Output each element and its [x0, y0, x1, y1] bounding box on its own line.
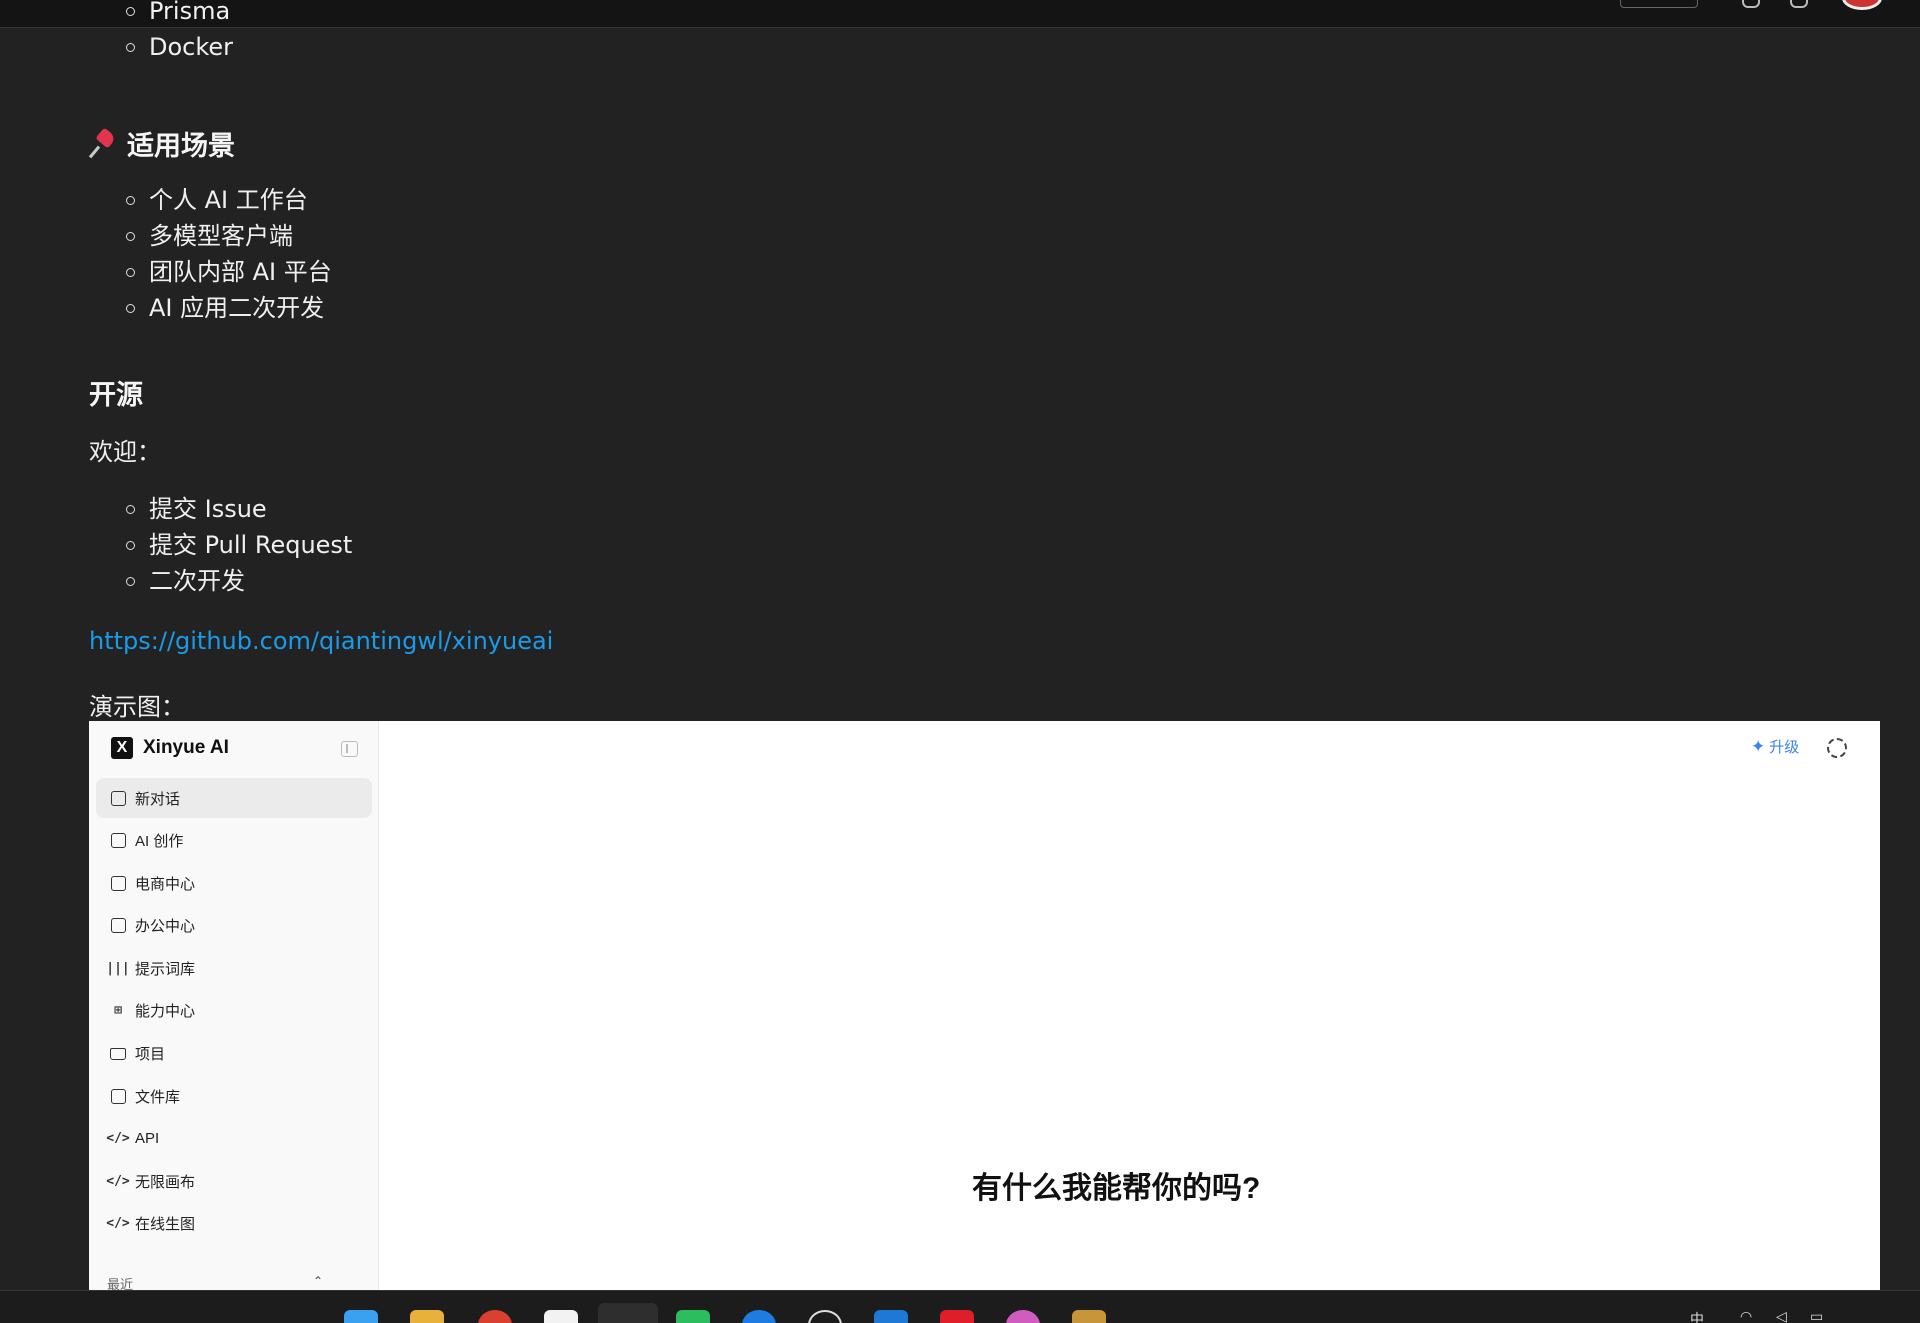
chevron-up-icon[interactable]: ⌃: [313, 1274, 323, 1288]
start-menu-icon[interactable]: [344, 1310, 378, 1323]
edit-icon: [109, 789, 127, 807]
list-item: 提交 Issue: [126, 491, 352, 527]
nav-item-canvas[interactable]: </> 无限画布: [96, 1161, 372, 1201]
image-icon: [109, 832, 127, 850]
wifi-icon[interactable]: ◠: [1740, 1309, 1752, 1323]
app-icon[interactable]: [1072, 1310, 1106, 1323]
battery-icon[interactable]: ▭: [1810, 1309, 1823, 1323]
nav-item-ecommerce[interactable]: 电商中心: [96, 863, 372, 903]
briefcase-icon: [109, 917, 127, 935]
list-item: 二次开发: [126, 563, 352, 599]
demo-brand[interactable]: X Xinyue AI: [111, 737, 229, 759]
volume-icon[interactable]: ◁: [1776, 1309, 1787, 1323]
library-icon: |||: [106, 960, 130, 976]
nav-item-capabilities[interactable]: ⊞ 能力中心: [96, 991, 372, 1031]
brand-name: Xinyue AI: [143, 737, 229, 758]
app-icon[interactable]: [1006, 1310, 1040, 1323]
nav-item-office[interactable]: 办公中心: [96, 906, 372, 946]
chatgpt-icon[interactable]: [808, 1310, 842, 1323]
upgrade-button[interactable]: ✦ 升级: [1751, 736, 1799, 757]
app-icon[interactable]: [742, 1310, 776, 1323]
nav-item-ai-create[interactable]: AI 创作: [96, 821, 372, 861]
nav-item-projects[interactable]: 项目: [96, 1034, 372, 1074]
repo-link[interactable]: https://github.com/qiantingwl/xinyueai: [89, 627, 553, 655]
shopping-bag-icon: [109, 874, 127, 892]
demo-caption: 演示图：: [89, 693, 185, 721]
file-explorer-icon[interactable]: [410, 1310, 444, 1323]
list-item: 团队内部 AI 平台: [126, 254, 332, 290]
welcome-prompt: 有什么我能帮你的吗?: [972, 1172, 1261, 1205]
code-icon: </>: [106, 1131, 130, 1147]
input-method-icon[interactable]: 中: [1690, 1309, 1704, 1323]
list-item: 提交 Pull Request: [126, 527, 352, 563]
list-item: Prisma: [126, 0, 233, 29]
sparkle-icon: ✦: [1751, 736, 1766, 756]
files-icon: [109, 1087, 127, 1105]
app-top-bar: [0, 0, 1920, 28]
welcome-text: 欢迎：: [89, 438, 161, 466]
nav-item-files[interactable]: 文件库: [96, 1076, 372, 1116]
wechat-icon[interactable]: [676, 1310, 710, 1323]
vscode-icon[interactable]: [874, 1310, 908, 1323]
notion-icon[interactable]: [544, 1310, 578, 1323]
tech-stack-list: Prisma Docker: [126, 0, 233, 65]
folder-icon: [109, 1045, 127, 1063]
avatar[interactable]: [1842, 0, 1882, 10]
scenarios-list: 个人 AI 工作台 多模型客户端 团队内部 AI 平台 AI 应用二次开发: [126, 182, 332, 326]
nav-item-image-gen[interactable]: </> 在线生图: [96, 1204, 372, 1244]
blocks-icon: ⊞: [114, 1003, 122, 1019]
browser-icon[interactable]: [478, 1310, 512, 1323]
code-icon: </>: [106, 1173, 130, 1189]
demo-nav: 新对话 AI 创作 电商中心 办公中心 ||| 提示词库 ⊞ 能力中心 项目 文…: [96, 778, 372, 1247]
demo-sidebar: X Xinyue AI 新对话 AI 创作 电商中心 办公中心 ||| 提示词库…: [89, 721, 379, 1291]
recent-label: 最近: [107, 1277, 134, 1291]
active-app-icon[interactable]: [598, 1303, 658, 1323]
contribution-list: 提交 Issue 提交 Pull Request 二次开发: [126, 491, 352, 599]
code-icon: </>: [106, 1216, 130, 1232]
os-taskbar: 中 ◠ ◁ ▭: [0, 1290, 1920, 1323]
scenarios-heading: 适用场景: [89, 124, 235, 163]
top-bar-button[interactable]: [1620, 0, 1698, 8]
nav-item-new-chat[interactable]: 新对话: [96, 778, 372, 818]
notification-icon[interactable]: [1790, 0, 1808, 8]
brand-logo-icon: X: [111, 737, 133, 759]
loading-icon[interactable]: [1827, 738, 1847, 758]
list-item: 个人 AI 工作台: [126, 182, 332, 218]
sidebar-collapse-icon[interactable]: [341, 741, 358, 757]
list-item: Docker: [126, 29, 233, 65]
list-item: AI 应用二次开发: [126, 290, 332, 326]
list-item: 多模型客户端: [126, 218, 332, 254]
nav-item-api[interactable]: </> API: [96, 1119, 372, 1159]
nav-item-prompts[interactable]: ||| 提示词库: [96, 948, 372, 988]
app-icon[interactable]: [940, 1310, 974, 1323]
demo-screenshot: X Xinyue AI 新对话 AI 创作 电商中心 办公中心 ||| 提示词库…: [89, 721, 1880, 1291]
pushpin-icon: [89, 129, 119, 159]
opensource-heading: 开源: [89, 380, 143, 411]
search-icon[interactable]: [1742, 0, 1760, 8]
